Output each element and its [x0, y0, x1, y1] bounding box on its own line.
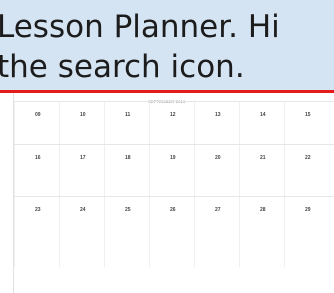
day-number: 10 [80, 112, 86, 118]
day-number: 20 [215, 155, 221, 161]
calendar-day-cell[interactable]: 29 [284, 197, 330, 267]
day-number: 17 [80, 155, 86, 161]
day-number: 16 [35, 155, 41, 161]
calendar-day-cell[interactable]: 24 [59, 197, 105, 267]
day-number: 18 [125, 155, 131, 161]
day-number: 11 [125, 112, 131, 118]
day-number: 27 [215, 207, 221, 213]
calendar-day-cell[interactable]: 23 [14, 197, 60, 267]
day-number: 28 [260, 207, 266, 213]
day-number: 09 [35, 112, 41, 118]
calendar-day-cell[interactable]: 27 [194, 197, 240, 267]
day-number: 29 [305, 207, 311, 213]
calendar-day-cell[interactable]: 26 [149, 197, 195, 267]
calendar-grid: SEPTEMBER 2019 09 10 11 12 13 14 15 16 17 18 19 20 2… [0, 93, 334, 293]
day-number: 15 [305, 112, 311, 118]
day-number: 12 [170, 112, 176, 118]
day-number: 19 [170, 155, 176, 161]
day-number: 25 [125, 207, 131, 213]
day-number: 24 [80, 207, 86, 213]
day-number: 21 [260, 155, 266, 161]
day-number: 23 [35, 207, 41, 213]
tutorial-caption: Lesson Planner. Hi the search icon. [0, 0, 334, 90]
caption-line-2: the search icon. [0, 49, 245, 85]
day-number: 13 [215, 112, 221, 118]
calendar-day-cell[interactable]: 25 [104, 197, 150, 267]
caption-line-1: Lesson Planner. Hi [0, 9, 280, 45]
day-number: 26 [170, 207, 176, 213]
calendar-day-cell[interactable]: 28 [239, 197, 285, 267]
calendar-week-row: 23 24 25 26 27 28 29 [14, 196, 334, 267]
day-number: 22 [305, 155, 311, 161]
day-number: 14 [260, 112, 266, 118]
